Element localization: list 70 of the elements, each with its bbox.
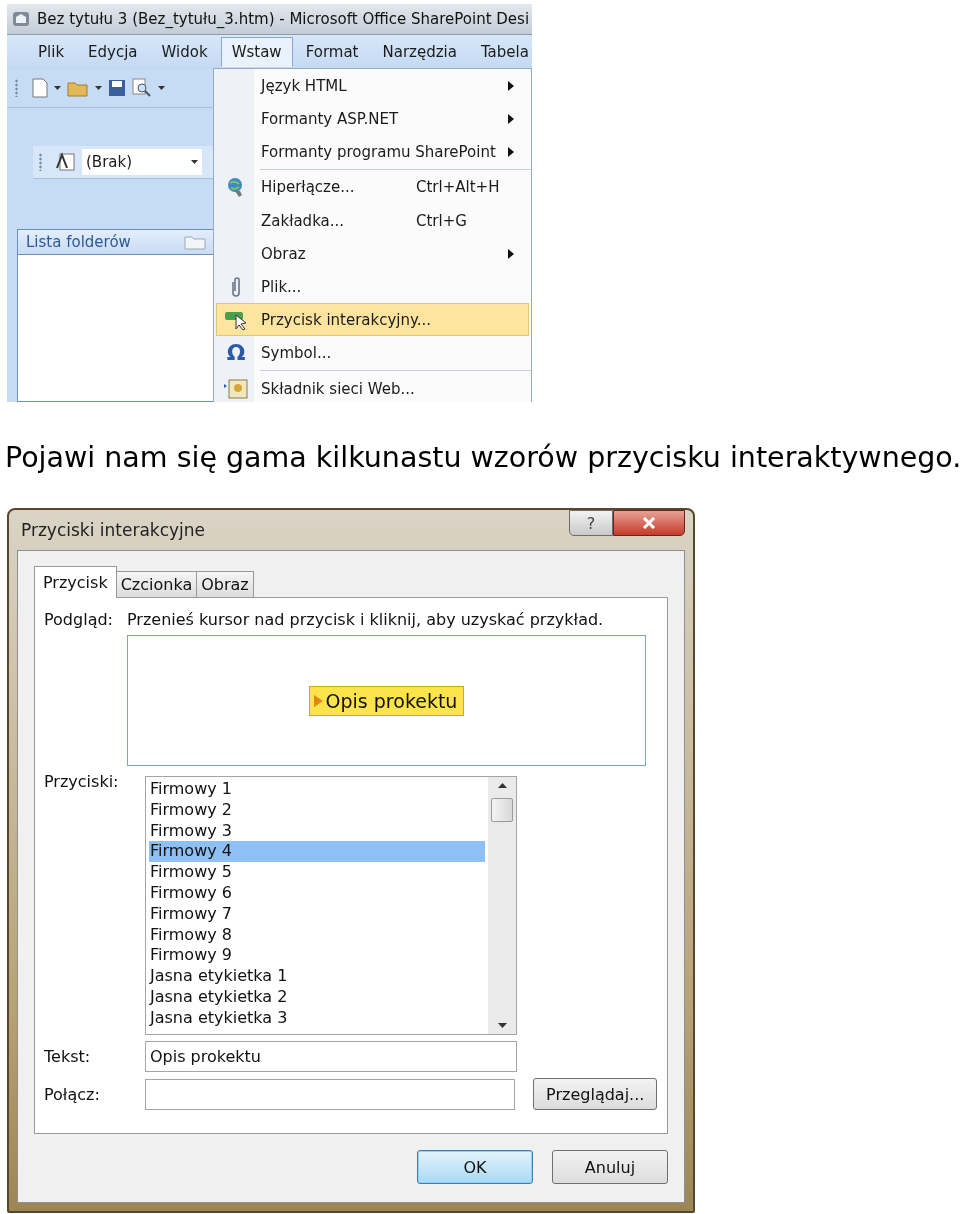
menu-item[interactable]: Składnik sieci Web...: [216, 372, 529, 402]
menu-bar-item[interactable]: Edycja: [77, 37, 149, 67]
menu-bar-item[interactable]: Wstaw: [220, 37, 293, 67]
list-item[interactable]: Firmowy 7: [149, 903, 485, 925]
style-icon[interactable]: [56, 152, 76, 172]
magnifier-icon[interactable]: [132, 78, 152, 98]
caret-icon[interactable]: [54, 86, 61, 90]
preview-button[interactable]: Opis prokektu: [308, 685, 465, 716]
tab[interactable]: Przycisk: [34, 566, 117, 598]
list-item[interactable]: Firmowy 8: [149, 924, 485, 946]
help-button[interactable]: ?: [569, 510, 613, 536]
save-icon[interactable]: [108, 79, 126, 97]
menu-item[interactable]: Ω Symbol...: [216, 336, 529, 370]
scrollbar[interactable]: [488, 777, 516, 1034]
caret-icon[interactable]: [191, 160, 198, 164]
list-item[interactable]: Firmowy 2: [149, 799, 485, 821]
browse-button[interactable]: Przeglądaj...: [533, 1078, 657, 1110]
list-item[interactable]: Firmowy 6: [149, 883, 485, 904]
field-label: Tekst:: [44, 1047, 92, 1066]
list-item[interactable]: Firmowy 4: [149, 841, 485, 863]
dialog-title: Przyciski interakcyjne: [20, 520, 206, 540]
scroll-up-icon[interactable]: [497, 783, 507, 788]
menu-bar-item[interactable]: Tabela: [469, 37, 532, 67]
style-dropdown[interactable]: (Brak): [82, 149, 202, 175]
field-label: Połącz:: [44, 1084, 101, 1104]
menu-item[interactable]: Plik...: [216, 270, 529, 304]
cancel-button[interactable]: Anuluj: [552, 1150, 668, 1184]
close-button[interactable]: [613, 510, 685, 536]
ok-button[interactable]: OK: [417, 1150, 533, 1184]
caret-icon[interactable]: [95, 86, 102, 90]
triangle-icon: [313, 694, 323, 707]
paperclip-icon: [230, 275, 242, 298]
list-item[interactable]: Firmowy 3: [149, 820, 485, 842]
close-icon: [642, 517, 656, 529]
caption: Pojawi nam się gama kilkunastu wzorów przycisku interaktywnego.: [5, 440, 960, 476]
text-field[interactable]: Opis prokektu: [145, 1041, 517, 1072]
menu-item[interactable]: Język HTML: [216, 69, 529, 102]
list-item[interactable]: Firmowy 5: [149, 862, 485, 883]
list-item[interactable]: Jasna etykietka 3: [149, 1007, 485, 1029]
menu-item[interactable]: Formanty programu SharePoint: [216, 135, 529, 169]
field-label: Przyciski:: [44, 772, 120, 793]
list-item[interactable]: Jasna etykietka 1: [149, 966, 485, 987]
hint-text: Przenieś kursor nad przycisk i kliknij, aby uzyskać przykład.: [126, 610, 604, 629]
tab[interactable]: Czcionka: [115, 571, 198, 597]
menu-bar-item[interactable]: Format: [294, 37, 370, 67]
field-label: Podgląd:: [44, 610, 113, 629]
menu-bar-item[interactable]: Plik: [27, 37, 76, 67]
menu-bar-item[interactable]: Widok: [150, 37, 219, 67]
scroll-down-icon[interactable]: [497, 1023, 507, 1028]
window-title: Bez tytułu 3 (Bez_tytułu_3.htm) - Microsoft Office SharePoint Desi: [37, 10, 530, 28]
link-field[interactable]: [145, 1078, 516, 1110]
grip-icon: [39, 153, 42, 171]
new-page-icon[interactable]: [32, 78, 48, 98]
menu-bar-item[interactable]: Narzędzia: [371, 37, 468, 67]
menu-item[interactable]: Formanty ASP.NET: [216, 102, 529, 136]
omega-icon: Ω: [226, 340, 246, 366]
scroll-thumb[interactable]: [491, 798, 513, 822]
caret-icon[interactable]: [158, 86, 165, 90]
list-item[interactable]: Jasna etykietka 2: [149, 986, 485, 1008]
grip-icon: [15, 79, 18, 97]
list-item[interactable]: Firmowy 1: [149, 779, 485, 800]
menu-item[interactable]: Zakładka... Ctrl+G: [216, 204, 529, 237]
list-item[interactable]: Firmowy 9: [149, 945, 485, 967]
menu-item[interactable]: Obraz: [216, 237, 529, 271]
app-icon: [11, 9, 31, 29]
menu-item[interactable]: Przycisk interakcyjny...: [216, 303, 529, 337]
panel-title: Lista folderów: [26, 233, 131, 251]
menu-item[interactable]: Hiperłącze... Ctrl+Alt+H: [216, 171, 529, 204]
tab[interactable]: Obraz: [196, 571, 254, 597]
web-part-icon: [224, 377, 248, 400]
